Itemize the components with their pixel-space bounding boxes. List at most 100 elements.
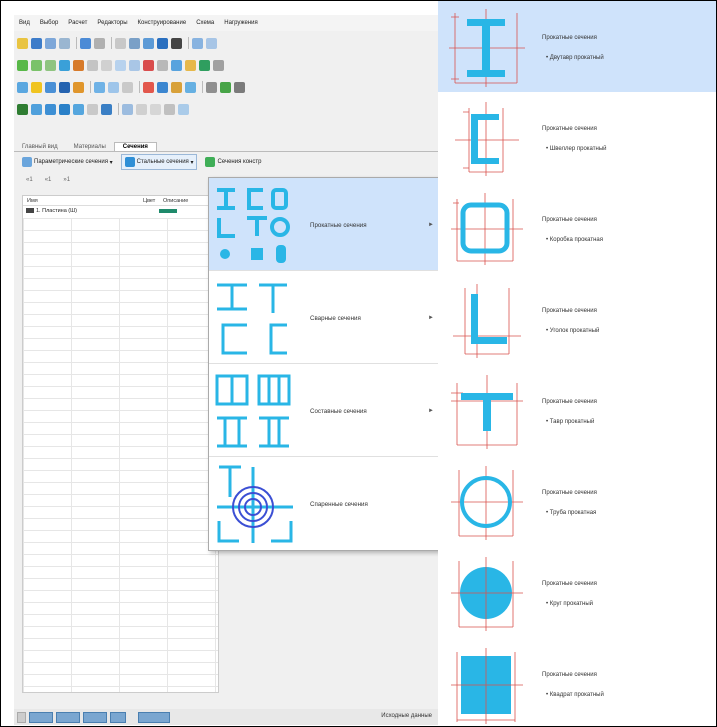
menu-item-select[interactable]: Выбор xyxy=(35,20,63,26)
param-section-icon xyxy=(22,157,32,167)
support-icon[interactable] xyxy=(59,59,70,71)
chart-icon[interactable] xyxy=(94,81,105,93)
folder-icon[interactable] xyxy=(17,37,28,49)
measure-icon[interactable] xyxy=(157,59,168,71)
check-icon[interactable] xyxy=(171,59,182,71)
tab-materials[interactable]: Материалы xyxy=(66,143,114,151)
flyout-item-i-beam[interactable]: Прокатные сечения • Двутавр прокатный xyxy=(438,1,716,92)
mirror-icon[interactable] xyxy=(115,59,126,71)
section-from-button[interactable]: Сечения констр xyxy=(202,155,264,169)
menu-item-design[interactable]: Конструирование xyxy=(133,20,192,26)
view-3d-icon[interactable] xyxy=(157,37,168,49)
table-icon[interactable] xyxy=(45,81,56,93)
bar-icon[interactable] xyxy=(31,59,42,71)
pan-icon[interactable] xyxy=(129,37,140,49)
menu-item-scheme[interactable]: Схема xyxy=(191,20,219,26)
flyout-item-tee[interactable]: Прокатные сечения • Тавр прокатный xyxy=(438,365,716,456)
moment-icon[interactable] xyxy=(157,81,168,93)
view-icon[interactable] xyxy=(122,103,133,115)
undo-icon[interactable] xyxy=(80,37,91,49)
flyout-item-channel[interactable]: Прокатные сечения • Швеллер прокатный xyxy=(438,92,716,183)
run-icon[interactable] xyxy=(220,81,231,93)
render-icon[interactable] xyxy=(171,37,182,49)
zoom-icon[interactable] xyxy=(115,37,126,49)
save-as-icon[interactable] xyxy=(45,37,56,49)
result-icon[interactable] xyxy=(59,81,70,93)
stress-icon[interactable] xyxy=(185,81,196,93)
tab-main-view[interactable]: Главный вид xyxy=(14,143,66,151)
snap-icon[interactable] xyxy=(164,103,175,115)
toolbar-3 xyxy=(14,77,438,97)
ruler-icon[interactable] xyxy=(122,81,133,93)
dimension-icon[interactable] xyxy=(150,103,161,115)
steel-sections-button[interactable]: Стальные сечения ▾ xyxy=(120,154,198,170)
chevron-down-icon: ▾ xyxy=(107,159,113,166)
menu-label: Составные сечения xyxy=(310,408,367,415)
options-icon[interactable] xyxy=(213,59,224,71)
status-scroll-left[interactable] xyxy=(17,711,26,723)
force-icon[interactable] xyxy=(143,81,154,93)
rotate-icon[interactable] xyxy=(143,37,154,49)
line-icon[interactable] xyxy=(136,103,147,115)
deflection-icon[interactable] xyxy=(171,81,182,93)
pencil-icon[interactable] xyxy=(17,103,28,115)
move-icon[interactable] xyxy=(101,59,112,71)
flyout-item-round-bar[interactable]: Прокатные сечения • Круг прокатный xyxy=(438,547,716,638)
menu-item-loads[interactable]: Нагружения xyxy=(219,20,262,26)
highlight-icon[interactable] xyxy=(185,59,196,71)
column-header-name[interactable]: Имя xyxy=(23,198,139,204)
array-icon[interactable] xyxy=(129,59,140,71)
menu-item-welded-sections[interactable]: Сварные сечения ► xyxy=(209,271,439,364)
status-button[interactable] xyxy=(110,711,126,723)
layer-icon[interactable] xyxy=(101,103,112,115)
menu-item-view[interactable]: Вид xyxy=(14,20,35,26)
status-button[interactable] xyxy=(83,711,107,723)
table-row[interactable]: 1. Пластина (Ш) xyxy=(23,206,218,215)
redo-icon[interactable] xyxy=(94,37,105,49)
flyout-item-pipe[interactable]: Прокатные сечения • Труба прокатная xyxy=(438,456,716,547)
mesh-icon[interactable] xyxy=(199,59,210,71)
beam-icon[interactable] xyxy=(59,103,70,115)
filter-icon[interactable] xyxy=(206,37,217,49)
grid-table-icon[interactable] xyxy=(45,103,56,115)
material-icon[interactable] xyxy=(17,81,28,93)
status-button[interactable] xyxy=(138,711,170,723)
menu-item-calc[interactable]: Расчет xyxy=(63,20,92,26)
print-icon[interactable] xyxy=(59,37,70,49)
menu-item-paired-sections[interactable]: Спаренные сечения xyxy=(209,457,439,549)
plate-icon[interactable] xyxy=(45,59,56,71)
delete-icon[interactable] xyxy=(143,59,154,71)
param-sections-button[interactable]: Параметрические сечения ▾ xyxy=(19,155,116,169)
section-icon[interactable] xyxy=(31,81,42,93)
text-icon[interactable] xyxy=(87,103,98,115)
copy-icon[interactable] xyxy=(87,59,98,71)
status-button[interactable] xyxy=(29,711,53,723)
toolbar-divider xyxy=(139,81,140,93)
menu-item-editors[interactable]: Редакторы xyxy=(92,20,132,26)
flyout-item-box[interactable]: Прокатные сечения • Коробка прокатная xyxy=(438,183,716,274)
submenu-arrow-icon: ► xyxy=(428,408,434,414)
column-header-color[interactable]: Цвет xyxy=(139,198,159,204)
window-icon[interactable] xyxy=(178,103,189,115)
column-header-description[interactable]: Описание xyxy=(159,198,188,204)
settings-icon[interactable] xyxy=(234,81,245,93)
frame-icon[interactable] xyxy=(31,103,42,115)
flyout-item-square-bar[interactable]: Прокатные сечения • Квадрат прокатный xyxy=(438,638,716,726)
column-icon[interactable] xyxy=(73,103,84,115)
flyout-item-angle[interactable]: Прокатные сечения • Уголок прокатный xyxy=(438,274,716,365)
nav-button-first[interactable]: «1 xyxy=(26,177,33,183)
save-icon[interactable] xyxy=(31,37,42,49)
nav-button-prev[interactable]: «1 xyxy=(45,177,52,183)
menu-item-rolled-sections[interactable]: Прокатные сечения ► xyxy=(209,178,439,271)
house-icon[interactable] xyxy=(73,81,84,93)
i-beam-icon xyxy=(449,9,525,87)
nav-button-next[interactable]: »1 xyxy=(63,177,70,183)
report-icon[interactable] xyxy=(108,81,119,93)
tab-sections[interactable]: Сечения xyxy=(113,142,157,151)
node-icon[interactable] xyxy=(17,59,28,71)
status-button[interactable] xyxy=(56,711,80,723)
load-icon[interactable] xyxy=(73,59,84,71)
grid-icon[interactable] xyxy=(192,37,203,49)
menu-item-composite-sections[interactable]: Составные сечения ► xyxy=(209,364,439,457)
tools-icon[interactable] xyxy=(206,81,217,93)
